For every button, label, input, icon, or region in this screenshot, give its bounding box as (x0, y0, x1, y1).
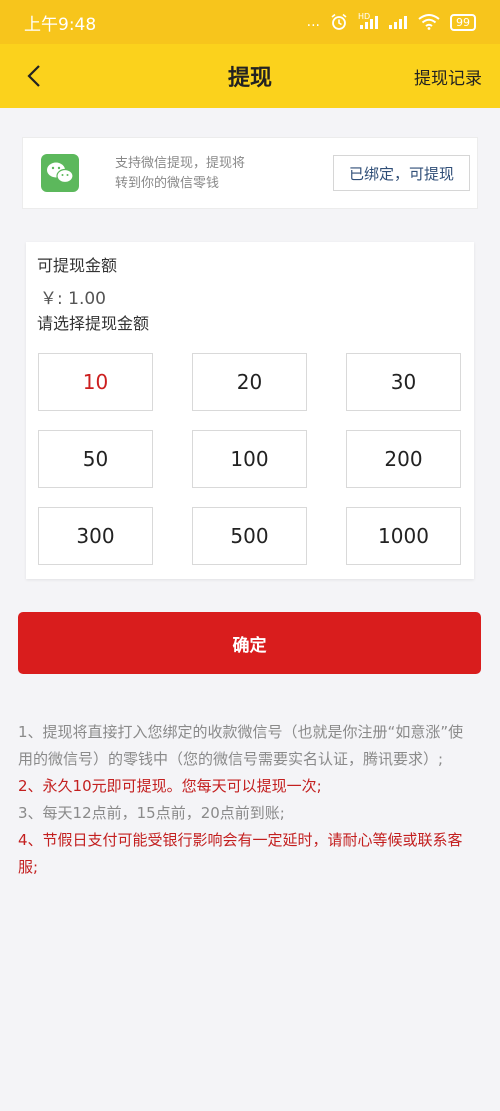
cell-signal-icon: HD (358, 12, 378, 30)
wechat-bind-card: 支持微信提现，提现将 转到你的微信零钱 已绑定，可提现 (22, 137, 478, 209)
amount-card: 可提现金额 ￥: 1.00 请选择提现金额 10 20 30 50 100 20… (26, 242, 474, 579)
status-time: 上午9:48 (24, 14, 97, 35)
amount-option[interactable]: 50 (38, 430, 153, 488)
amount-option[interactable]: 200 (346, 430, 461, 488)
balance-value: ￥: 1.00 (40, 289, 106, 309)
confirm-button[interactable]: 确定 (18, 612, 481, 674)
status-icons: ... HD 99 (306, 12, 476, 31)
back-button[interactable] (14, 56, 54, 96)
page-title: 提现 (227, 66, 272, 91)
note-item: 3、每天12点前，15点前，20点前到账; (18, 804, 285, 822)
amount-option[interactable]: 500 (192, 507, 307, 565)
amount-option[interactable]: 10 (38, 353, 153, 411)
wechat-logo-icon (41, 154, 79, 192)
amount-option[interactable]: 20 (192, 353, 307, 411)
chevron-left-icon (27, 65, 40, 87)
amount-option[interactable]: 30 (346, 353, 461, 411)
wechat-description: 支持微信提现，提现将 转到你的微信零钱 (115, 156, 246, 191)
battery-icon: 99 (450, 13, 476, 31)
wifi-icon (418, 14, 440, 30)
nav-bar: 提现 提现记录 (0, 44, 500, 108)
amount-option[interactable]: 300 (38, 507, 153, 565)
withdraw-records-link[interactable]: 提现记录 (414, 64, 482, 89)
withdraw-notes: 1、提现将直接打入您绑定的收款微信号（也就是你注册“如意涨”使用的微信号）的零钱… (18, 719, 474, 881)
note-item: 1、提现将直接打入您绑定的收款微信号（也就是你注册“如意涨”使用的微信号）的零钱… (18, 723, 464, 768)
signal-bars-icon (389, 16, 407, 29)
amount-option[interactable]: 100 (192, 430, 307, 488)
choose-amount-label: 请选择提现金额 (37, 314, 150, 333)
available-amount-label: 可提现金额 (37, 256, 118, 275)
wechat-bound-button[interactable]: 已绑定，可提现 (333, 155, 470, 191)
note-item: 2、永久10元即可提现。您每天可以提现一次; (18, 777, 322, 795)
alarm-icon (331, 13, 347, 30)
more-dots: ... (306, 14, 320, 30)
note-item: 4、节假日支付可能受银行影响会有一定延时，请耐心等候或联系客服; (18, 831, 463, 876)
status-bar: 上午9:48 ... HD 99 (0, 0, 500, 44)
amount-option[interactable]: 1000 (346, 507, 461, 565)
